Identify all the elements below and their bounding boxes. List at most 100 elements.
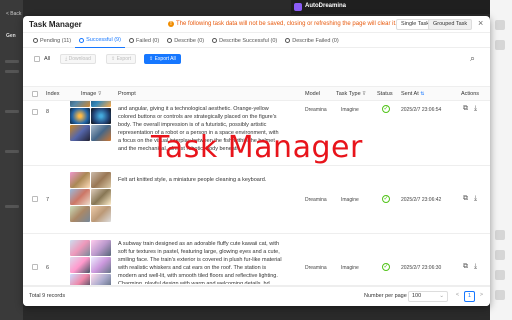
row-index: 7 [46,197,50,203]
left-panel-line [5,60,19,63]
th-task-type-label: Task Type [336,91,361,97]
describe-icon [167,38,173,43]
filter-icon[interactable]: ⊽ [98,91,102,97]
th-prompt: Prompt [118,91,136,97]
tab-label: Describe Failed (0) [292,37,339,44]
background-topbar: AutoDreamina [291,0,512,14]
tab-label: Describe (0) [174,37,205,44]
export-all-label: Export All [154,56,176,62]
row-checkbox[interactable] [32,196,38,202]
close-circle-icon [285,38,291,43]
tool-icon[interactable] [495,250,505,260]
row-sent-at: 2025/2/7 23:06:30 [401,265,442,271]
left-panel-line [5,150,19,153]
table-header: Index Image ⊽ Prompt Model Task Type ⊽ S… [23,86,490,101]
export-button[interactable]: ⇪ Export [106,54,137,64]
tool-icon[interactable] [495,290,505,300]
status-tabs: Pending (11) Successful (9) Failed (0) D… [23,34,490,48]
thumbnail[interactable] [91,257,111,273]
thumbnail[interactable] [70,240,90,256]
thumbnail[interactable] [70,257,90,273]
thumbnail[interactable] [70,172,90,188]
export-all-button[interactable]: ⇪ Export All [144,54,181,64]
app-title: AutoDreamina [305,3,347,9]
tab-describe-successful[interactable]: Describe Successful (0) [208,34,281,48]
download-button[interactable]: ⤓ Download [60,54,96,64]
download-icon[interactable]: ⤓ [474,105,477,113]
warning-message: ! The following task data will not be sa… [168,21,397,27]
chevron-down-icon: ⌄ [439,293,444,299]
check-circle-icon [212,38,218,43]
tool-icon[interactable] [495,20,505,30]
tab-describe[interactable]: Describe (0) [163,34,208,48]
row-prompt: Felt art knitted style, a miniature peop… [118,177,267,183]
row-index: 8 [46,109,50,115]
thumbnail[interactable] [70,206,90,222]
left-panel-line [5,70,19,73]
row-checkbox[interactable] [32,264,38,270]
table-row[interactable]: 6 A subway train designed as an adorable… [23,234,490,286]
tab-pending[interactable]: Pending (11) [29,34,75,48]
download-icon[interactable]: ⤓ [474,263,477,271]
background-left-panel: < Back Gen [0,0,23,320]
success-icon: ✓ [382,263,390,271]
thumbnail[interactable] [70,274,90,285]
close-icon[interactable]: × [478,18,483,28]
tab-label: Failed (0) [135,37,160,44]
thumbnail[interactable] [70,101,90,107]
tool-icon[interactable] [495,40,505,50]
open-external-icon[interactable]: ⧉ [463,105,468,113]
back-link[interactable]: < Back [6,11,21,17]
thumbnail[interactable] [70,125,90,141]
open-external-icon[interactable]: ⧉ [463,195,468,203]
warning-text: The following task data will not be save… [176,21,397,27]
thumbnail[interactable] [91,189,111,205]
tab-describe-failed[interactable]: Describe Failed (0) [281,34,342,48]
filter-icon[interactable]: ⊽ [362,91,366,97]
grouped-task-button[interactable]: Grouped Task [428,19,473,30]
close-circle-icon [128,38,134,43]
thumbnail[interactable] [70,108,90,124]
thumbnail[interactable] [91,274,111,285]
per-page-select[interactable]: 100 ⌄ [408,291,448,302]
th-sent-at-label: Sent At [401,91,419,97]
select-all-checkbox[interactable] [34,56,40,62]
tab-label: Describe Successful (0) [219,37,278,44]
thumbnail[interactable] [91,101,111,107]
prev-page-button[interactable]: < [452,291,463,302]
clock-icon [33,38,38,43]
tab-successful[interactable]: Successful (9) [75,34,125,48]
table-row[interactable]: 7 Felt art knitted style, a miniature pe… [23,166,490,234]
thumbnail[interactable] [70,189,90,205]
tool-icon[interactable] [495,230,505,240]
next-page-button[interactable]: > [476,291,487,302]
search-icon[interactable]: ⌕ [470,53,475,64]
open-external-icon[interactable]: ⧉ [463,263,468,271]
select-all-label: All [44,56,51,62]
tool-icon[interactable] [495,270,505,280]
sort-icon[interactable]: ⇅ [420,91,424,97]
header-checkbox[interactable] [32,91,38,97]
image-grid [70,101,111,141]
th-actions: Actions [461,91,480,97]
row-model: Dreamina [305,107,327,113]
thumbnail[interactable] [91,125,111,141]
row-index: 6 [46,265,50,271]
thumbnail[interactable] [91,240,111,256]
row-task-type: Imagine [341,107,359,113]
download-icon[interactable]: ⤓ [474,195,477,203]
thumbnail[interactable] [91,206,111,222]
image-grid [70,172,111,222]
left-section-title: Gen [6,33,16,39]
tab-failed[interactable]: Failed (0) [125,34,163,48]
thumbnail[interactable] [91,172,111,188]
modal-title: Task Manager [29,20,82,29]
image-grid [70,240,111,285]
th-status: Status [377,91,393,97]
toolbar: All ⤓ Download ⇪ Export ⇪ Export All ⌕ [23,51,490,67]
row-task-type: Imagine [341,265,359,271]
page-1-button[interactable]: 1 [464,291,475,302]
row-checkbox[interactable] [32,109,38,115]
thumbnail[interactable] [91,108,111,124]
row-model: Dreamina [305,265,327,271]
